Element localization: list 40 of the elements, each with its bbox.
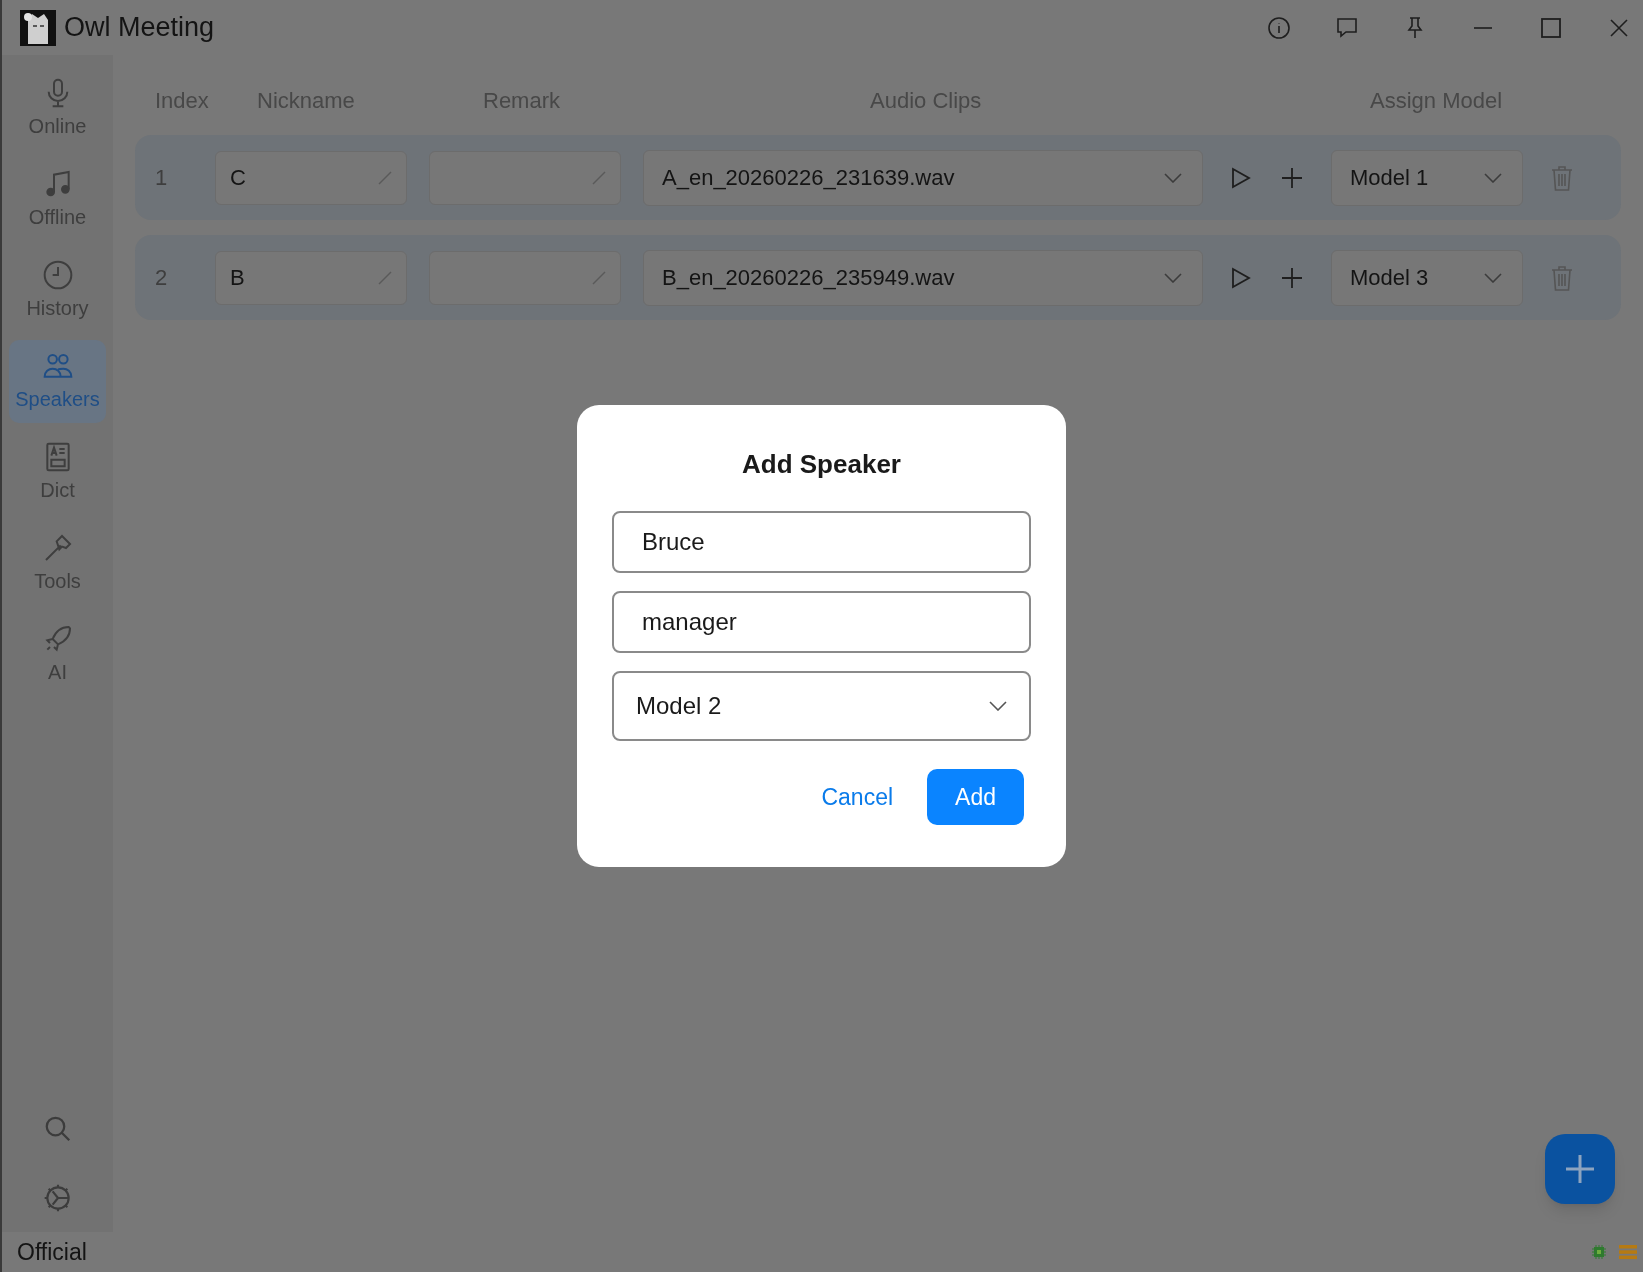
cancel-button[interactable]: Cancel [805, 769, 910, 825]
chevron-down-icon [1164, 272, 1182, 283]
index-cell-text: 1 [155, 164, 169, 192]
info-icon[interactable] [1267, 15, 1291, 40]
plus-icon [1564, 1153, 1596, 1185]
pencil-icon [592, 270, 606, 285]
play-icon[interactable] [1231, 266, 1251, 289]
pencil-icon [592, 170, 606, 185]
remark-field[interactable] [429, 150, 621, 205]
chevron-down-icon [1484, 172, 1502, 183]
add-button[interactable]: Add [927, 769, 1024, 825]
chevron-down-icon [1164, 172, 1182, 183]
status-label: Official [17, 1237, 87, 1267]
nickname-field[interactable]: C [215, 150, 407, 205]
audio-clip-select[interactable]: B_en_20260226_235949.wav [643, 249, 1203, 306]
maximize-icon[interactable] [1539, 15, 1563, 40]
nickname-field[interactable]: B [215, 250, 407, 305]
model-select[interactable]: Model 3 [1331, 249, 1523, 306]
play-icon[interactable] [1231, 166, 1251, 189]
chat-bubble-icon[interactable] [1335, 15, 1359, 40]
chevron-down-icon [989, 701, 1007, 711]
model-select[interactable]: Model 1 [1331, 149, 1523, 206]
plus-icon[interactable] [1281, 166, 1303, 189]
index-cell-text: 2 [155, 264, 169, 292]
nickname-input[interactable]: Bruce [612, 511, 1031, 573]
dialog-title: Add Speaker [741, 448, 902, 481]
add-speaker-button[interactable] [1545, 1134, 1615, 1204]
plus-icon[interactable] [1281, 266, 1303, 289]
window-title: Owl Meeting [64, 11, 215, 45]
pencil-icon [378, 170, 392, 185]
clock-icon [41, 258, 74, 291]
owl-logo-icon [20, 9, 56, 46]
storage-icon [1619, 1244, 1637, 1260]
pencil-icon [378, 270, 392, 285]
chevron-down-icon [1484, 272, 1502, 283]
audio-clip-select[interactable]: A_en_20260226_231639.wav [643, 149, 1203, 206]
remark-field[interactable] [429, 250, 621, 305]
remark-input[interactable]: manager [612, 591, 1031, 653]
model-select[interactable]: Model 2 [612, 671, 1031, 741]
chip-icon [1591, 1244, 1607, 1260]
